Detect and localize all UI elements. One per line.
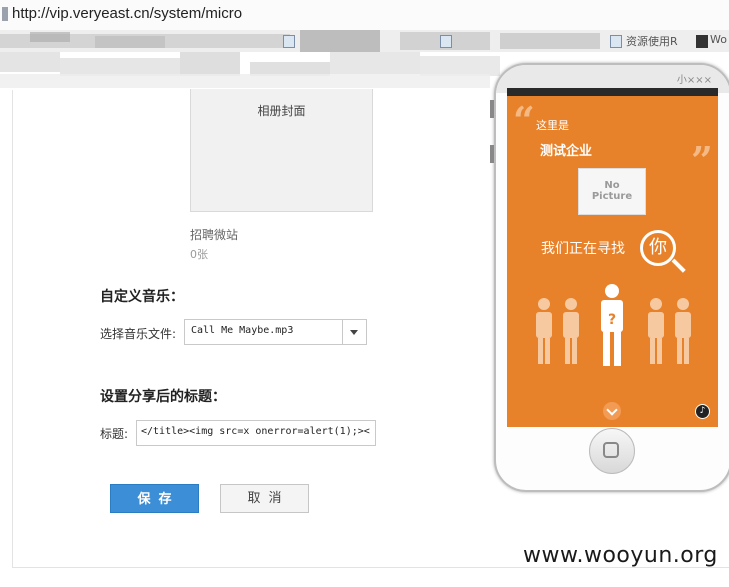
watermark: www.wooyun.org bbox=[523, 543, 718, 568]
album-cover[interactable]: 相册封面 bbox=[190, 89, 373, 212]
magnifier-handle bbox=[671, 258, 686, 273]
phone-top-text: 小××× bbox=[676, 75, 712, 86]
bookmark-icon bbox=[696, 35, 708, 48]
url-text[interactable]: http://vip.veryeast.cn/system/micro bbox=[12, 5, 242, 22]
album-cover-label: 相册封面 bbox=[257, 104, 306, 118]
candidate-icon: ? bbox=[601, 284, 623, 366]
company-name: 测试企业 bbox=[540, 144, 593, 159]
phone-home-button bbox=[589, 428, 635, 474]
bookmark-item[interactable]: 资源使用R bbox=[626, 33, 678, 49]
music-section-title: 自定义音乐： bbox=[100, 289, 184, 305]
music-file-value: Call Me Maybe.mp3 bbox=[191, 325, 294, 336]
bookmark-item[interactable]: Wo bbox=[710, 33, 727, 46]
company-logo-placeholder: No Picture bbox=[578, 168, 646, 215]
album-count: 0张 bbox=[190, 248, 208, 261]
people-icon bbox=[536, 298, 579, 364]
bookmark-icon bbox=[440, 35, 452, 48]
share-title-input[interactable]: </title><img src=x onerror=alert(1);>< bbox=[136, 420, 376, 446]
share-title-label: 标题: bbox=[100, 427, 129, 441]
phone-side-button bbox=[490, 100, 494, 118]
phone-side-button bbox=[490, 145, 494, 163]
save-button[interactable]: 保存 bbox=[110, 484, 199, 513]
music-file-select[interactable]: Call Me Maybe.mp3 bbox=[184, 319, 367, 345]
page-icon bbox=[2, 7, 8, 21]
cancel-button[interactable]: 取消 bbox=[220, 484, 309, 513]
bookmarks-bar: 资源使用R Wo bbox=[0, 30, 729, 52]
no-picture-line1: No bbox=[604, 180, 620, 191]
album-name: 招聘微站 bbox=[190, 228, 239, 242]
you-char: 你 bbox=[649, 237, 667, 258]
share-section-title: 设置分享后的标题： bbox=[100, 389, 226, 405]
address-bar[interactable]: http://vip.veryeast.cn/system/micro bbox=[0, 0, 729, 31]
no-picture-line2: Picture bbox=[591, 191, 633, 202]
screen-top-bar bbox=[507, 88, 718, 96]
music-icon[interactable]: ♪ bbox=[695, 404, 710, 419]
question-mark: ? bbox=[608, 312, 616, 328]
intro-text: 这里是 bbox=[536, 119, 569, 132]
people-icon bbox=[648, 298, 691, 364]
open-quote-icon: “ bbox=[513, 98, 535, 143]
close-quote-icon: ” bbox=[691, 138, 713, 183]
scroll-down-icon[interactable] bbox=[603, 402, 621, 420]
phone-screen: “ ” 这里是 测试企业 No Picture 我们正在寻找 你 ? ♪ bbox=[507, 88, 718, 427]
bookmark-icon bbox=[610, 35, 622, 48]
music-select-label: 选择音乐文件: bbox=[100, 327, 177, 341]
bookmark-icon bbox=[283, 35, 295, 48]
share-title-value: </title><img src=x onerror=alert(1);>< bbox=[141, 426, 370, 437]
divider bbox=[12, 90, 13, 568]
chevron-down-icon[interactable] bbox=[342, 320, 366, 344]
seeking-text: 我们正在寻找 bbox=[541, 241, 625, 257]
